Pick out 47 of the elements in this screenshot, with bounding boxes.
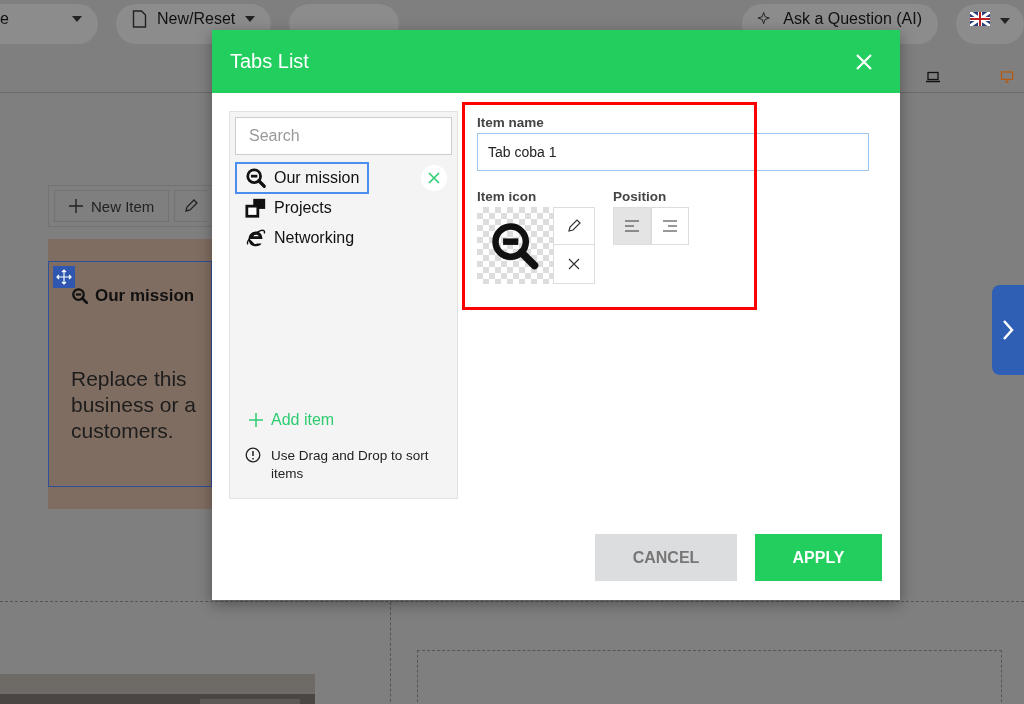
remove-button[interactable]: [421, 165, 447, 191]
close-icon: [568, 258, 580, 270]
tab-title[interactable]: Our mission: [95, 286, 195, 306]
pencil-icon: [566, 218, 582, 234]
close-icon: [428, 172, 440, 184]
language-dropdown[interactable]: [956, 4, 1024, 44]
plus-icon: [249, 413, 263, 427]
field-label: Position: [613, 189, 668, 204]
clear-icon-button[interactable]: [553, 245, 595, 284]
field-label: Item icon: [477, 189, 538, 204]
body-text: business or a: [71, 392, 197, 418]
plus-icon: [69, 199, 83, 213]
list-item[interactable]: Networking: [235, 222, 365, 254]
align-right-icon: [663, 220, 677, 232]
body-text: customers.: [71, 418, 175, 444]
browser-e-icon: [245, 227, 267, 249]
caret-icon: [1000, 18, 1010, 24]
document-icon: [132, 10, 147, 28]
search-field[interactable]: Search: [235, 117, 452, 155]
zoom-out-icon: [71, 287, 89, 305]
align-left-icon: [625, 220, 639, 232]
pencil-icon: [183, 198, 200, 214]
align-left-button[interactable]: [613, 207, 651, 245]
caret-icon: [245, 16, 256, 22]
hint-text: Use Drag and Drop to sort items: [271, 447, 430, 483]
align-right-button[interactable]: [651, 207, 689, 245]
chevron-right-icon: [1001, 319, 1015, 341]
panel-toggle-button[interactable]: [992, 285, 1024, 375]
list-item[interactable]: Our mission: [235, 162, 370, 194]
edit-button[interactable]: [174, 190, 208, 222]
flag-icon: [970, 12, 990, 26]
info-icon: [245, 447, 261, 463]
dialog-title: Tabs List: [230, 50, 309, 73]
windows-icon: [245, 197, 267, 219]
item-name-field[interactable]: Tab coba 1: [477, 133, 869, 171]
caret-icon: [72, 16, 82, 22]
cancel-button[interactable]: CANCEL: [595, 534, 737, 581]
laptop-icon[interactable]: [926, 70, 940, 84]
edit-icon-button[interactable]: [553, 207, 595, 245]
list-item[interactable]: Projects: [235, 192, 342, 224]
close-icon[interactable]: [855, 52, 873, 71]
mode-dropdown[interactable]: e: [0, 4, 98, 44]
body-text: Replace this: [71, 366, 188, 392]
new-item-button[interactable]: New Item: [54, 190, 170, 222]
move-handle-icon[interactable]: [53, 266, 75, 288]
zoom-out-icon: [245, 167, 267, 189]
field-label: Item name: [477, 115, 545, 130]
